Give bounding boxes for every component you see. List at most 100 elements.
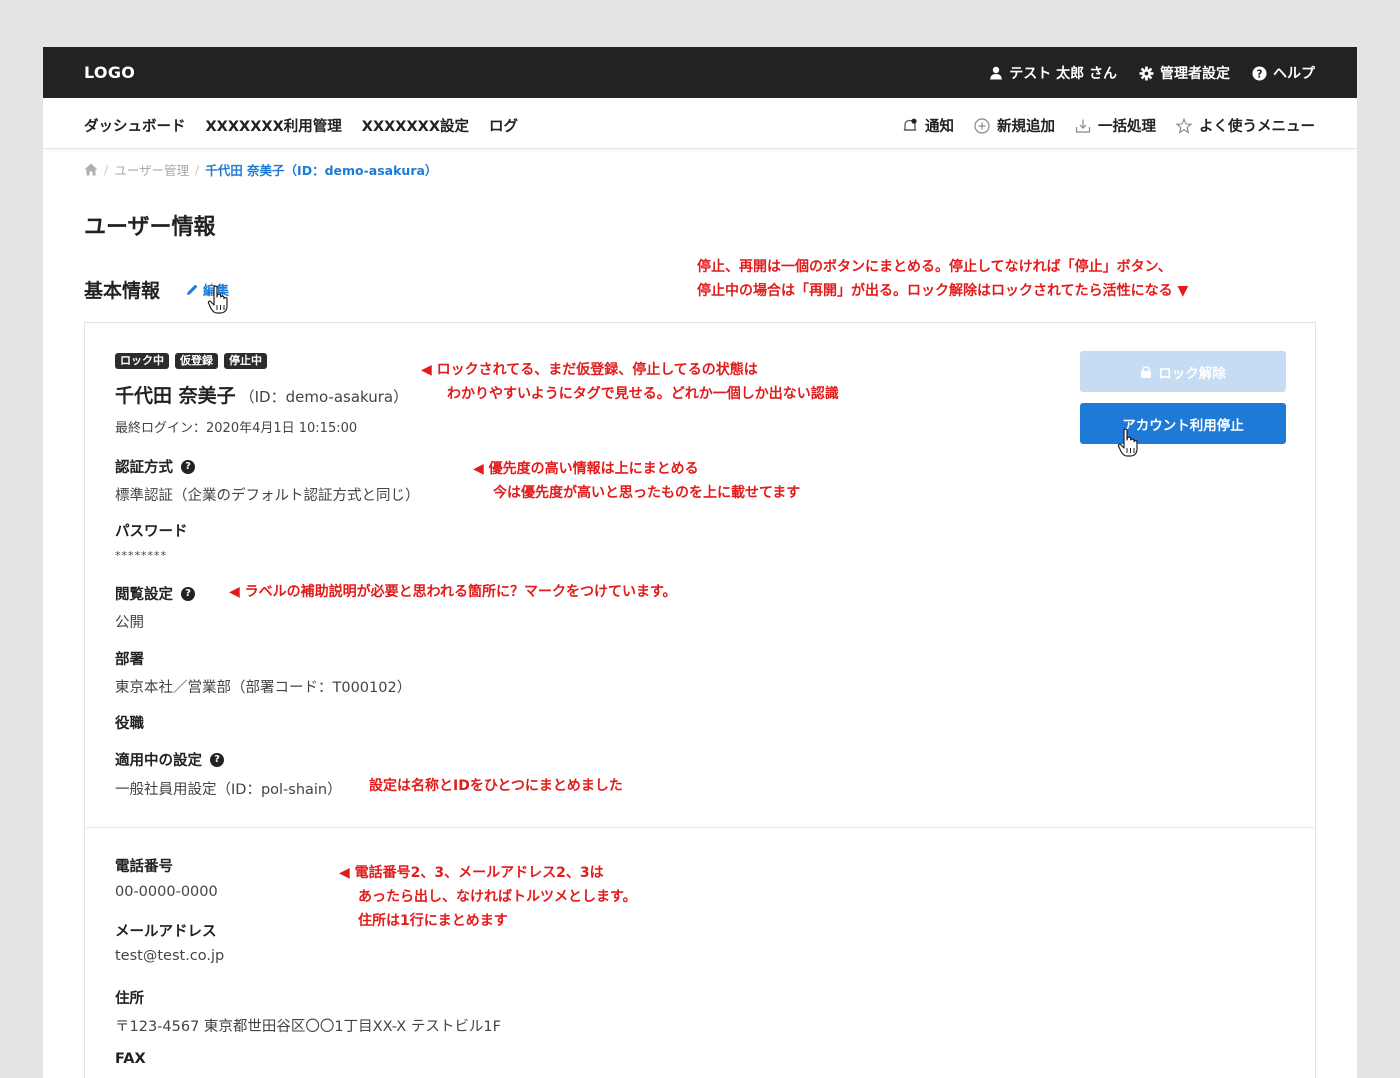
- breadcrumb-separator: /: [194, 162, 200, 177]
- download-tray-icon: [1075, 119, 1091, 133]
- field-label-text: メールアドレス: [115, 924, 217, 940]
- top-bar: LOGO テスト 太郎 さん 管理者設定 ? ヘルプ: [43, 47, 1357, 98]
- unlock-label: ロック解除: [1158, 365, 1226, 382]
- admin-settings-link[interactable]: 管理者設定: [1139, 63, 1230, 83]
- page-title: ユーザー情報: [84, 215, 216, 240]
- hand-cursor-icon: [207, 285, 228, 314]
- annotation-line: ◀ 優先度の高い情報は上にまとめる: [473, 461, 699, 477]
- visibility-value: 公開: [115, 615, 144, 631]
- address-value: 〒123-4567 東京都世田谷区〇〇1丁目XX-X テストビル1F: [115, 1019, 501, 1035]
- phone-label: 電話番号: [115, 855, 173, 876]
- nav-item-log[interactable]: ログ: [489, 115, 518, 136]
- nav-item-settings[interactable]: XXXXXXX設定: [362, 115, 469, 136]
- field-label-text: パスワード: [115, 524, 188, 540]
- annotation-note-help-mark: ◀ ラベルの補助説明が必要と思われる箇所に？マークをつけています。: [229, 580, 677, 604]
- help-icon[interactable]: ?: [181, 586, 195, 601]
- basic-info-card: ロック中 仮登録 停止中 千代田 奈美子 （ID：demo-asakura） 最終…: [84, 322, 1316, 1078]
- department-value: 東京本社／営業部（部署コード：T000102）: [115, 680, 412, 696]
- notification-label: 通知: [925, 119, 954, 135]
- question-circle-icon: ?: [1252, 65, 1267, 81]
- password-value: ********: [115, 549, 167, 562]
- annotation-line: ◀ ラベルの補助説明が必要と思われる箇所に？マークをつけています。: [229, 584, 677, 600]
- suspend-account-button[interactable]: アカウント利用停止: [1080, 403, 1286, 444]
- field-label-text: FAX: [115, 1051, 146, 1067]
- field-label-text: 住所: [115, 991, 144, 1007]
- email-label: メールアドレス: [115, 920, 217, 941]
- auth-method-value: 標準認証（企業のデフォルト認証方式と同じ）: [115, 488, 420, 504]
- breadcrumb: / ユーザー管理 / 千代田 奈美子（ID：demo-asakura）: [84, 160, 437, 179]
- annotation-line: わかりやすいようにタグで見せる。どれか一個しか出ない認識: [447, 386, 839, 402]
- annotation-line: あったら出し、なければトルツメとします。: [358, 889, 637, 905]
- nav-item-usage-management[interactable]: XXXXXXX利用管理: [206, 115, 342, 136]
- field-label-text: 部署: [115, 652, 144, 668]
- user-display-name: 千代田 奈美子 （ID：demo-asakura）: [115, 381, 408, 408]
- field-label-text: 役職: [115, 716, 144, 732]
- user-id: （ID：demo-asakura）: [239, 388, 409, 406]
- section-title-basic-info: 基本情報: [84, 280, 161, 302]
- annotation-line: 設定は名称とIDをひとつにまとめました: [369, 778, 623, 794]
- annotation-line: 今は優先度が高いと思ったものを上に載せてます: [493, 485, 801, 501]
- field-label-text: 認証方式: [115, 460, 173, 476]
- breadcrumb-separator: /: [104, 162, 109, 177]
- breadcrumb-user-management[interactable]: ユーザー管理: [114, 160, 189, 179]
- help-icon[interactable]: ?: [181, 459, 195, 474]
- new-add-button[interactable]: 新規追加: [974, 115, 1055, 136]
- annotation-line: 停止、再開は一個のボタンにまとめる。停止してなければ「停止」ボタン、: [697, 259, 1172, 275]
- logo[interactable]: LOGO: [84, 63, 135, 82]
- field-label-text: 適用中の設定: [115, 753, 202, 769]
- annotation-line: ◀ ロックされてる、まだ仮登録、停止してるの状態は: [421, 362, 758, 378]
- divider: [85, 827, 1315, 828]
- breadcrumb-current: 千代田 奈美子（ID：demo-asakura）: [205, 163, 438, 178]
- annotation-note-policy: 設定は名称とIDをひとつにまとめました: [369, 774, 623, 798]
- status-tags: ロック中 仮登録 停止中: [115, 353, 267, 369]
- annotation-line: 住所は1行にまとめます: [358, 913, 508, 929]
- quick-actions: 通知 新規追加 一括処理 よく使うメニュー: [902, 115, 1315, 136]
- field-label-text: 閲覧設定: [115, 587, 173, 603]
- status-badge-suspended: 停止中: [224, 353, 267, 369]
- help-label: ヘルプ: [1273, 66, 1315, 82]
- unlock-button[interactable]: ロック解除: [1080, 351, 1286, 392]
- annotation-line: ◀ 電話番号2、3、メールアドレス2、3は: [339, 865, 604, 881]
- pencil-icon: [187, 284, 198, 295]
- admin-settings-label: 管理者設定: [1160, 66, 1230, 82]
- lock-icon: [1141, 366, 1152, 378]
- policy-label: 適用中の設定 ?: [115, 749, 224, 770]
- nav-bar: ダッシュボード XXXXXXX利用管理 XXXXXXX設定 ログ 通知 新規追加…: [43, 98, 1357, 149]
- favorites-menu-button[interactable]: よく使うメニュー: [1176, 115, 1315, 136]
- visibility-label: 閲覧設定 ?: [115, 583, 195, 604]
- bulk-process-button[interactable]: 一括処理: [1075, 115, 1156, 136]
- gear-icon: [1139, 66, 1154, 80]
- plus-circle-icon: [974, 117, 990, 134]
- phone-value: 00-0000-0000: [115, 884, 218, 900]
- position-label: 役職: [115, 712, 144, 733]
- department-label: 部署: [115, 648, 144, 669]
- app-window: LOGO テスト 太郎 さん 管理者設定 ? ヘルプ ダッシュボード XXXXX…: [43, 47, 1357, 1078]
- new-add-label: 新規追加: [997, 119, 1055, 135]
- svg-text:?: ?: [1257, 68, 1263, 80]
- main-nav: ダッシュボード XXXXXXX利用管理 XXXXXXX設定 ログ: [84, 115, 518, 136]
- nav-item-dashboard[interactable]: ダッシュボード: [84, 115, 186, 136]
- help-icon[interactable]: ?: [210, 752, 224, 767]
- email-value: test@test.co.jp: [115, 948, 225, 964]
- user-name: 千代田 奈美子: [115, 385, 236, 407]
- notification-button[interactable]: 通知: [902, 115, 954, 136]
- home-icon[interactable]: [84, 163, 98, 176]
- password-label: パスワード: [115, 520, 188, 541]
- user-menu[interactable]: テスト 太郎 さん: [989, 63, 1117, 83]
- hand-cursor-icon: [1117, 428, 1138, 457]
- annotation-note-tags: ◀ ロックされてる、まだ仮登録、停止してるの状態は わかりやすいようにタグで見せ…: [421, 358, 839, 406]
- field-label-text: 電話番号: [115, 859, 173, 875]
- policy-value: 一般社員用設定（ID：pol-shain）: [115, 782, 342, 798]
- status-badge-locked: ロック中: [115, 353, 169, 369]
- annotation-note-priority: ◀ 優先度の高い情報は上にまとめる 今は優先度が高いと思ったものを上に載せてます: [473, 457, 800, 505]
- favorites-label: よく使うメニュー: [1199, 119, 1315, 135]
- help-link[interactable]: ? ヘルプ: [1252, 63, 1315, 83]
- last-login: 最終ログイン：2020年4月1日 10:15:00: [115, 421, 358, 436]
- top-menu: テスト 太郎 さん 管理者設定 ? ヘルプ: [989, 63, 1315, 83]
- annotation-note-toggle-button: 停止、再開は一個のボタンにまとめる。停止してなければ「停止」ボタン、 停止中の場…: [697, 255, 1188, 303]
- annotation-note-contact: ◀ 電話番号2、3、メールアドレス2、3は あったら出し、なければトルツメとしま…: [339, 861, 637, 933]
- star-icon: [1176, 117, 1192, 134]
- user-name: テスト 太郎 さん: [1009, 66, 1117, 82]
- annotation-line: 停止中の場合は「再開」が出る。ロック解除はロックされてたら活性になる ▼: [697, 283, 1189, 299]
- user-icon: [990, 66, 1003, 80]
